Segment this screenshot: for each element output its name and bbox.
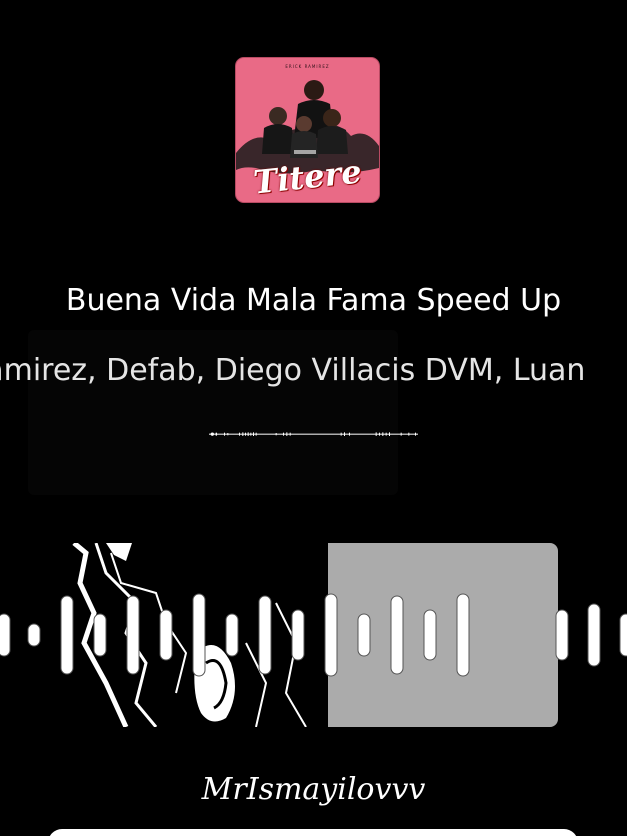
audio-visualizer-bars — [0, 593, 627, 677]
cover-artist-text: ERICK RAMIREZ — [285, 64, 330, 69]
waveform-progress-bar[interactable] — [0, 432, 627, 436]
progress-thumb[interactable] — [210, 432, 214, 436]
bottom-sheet-handle[interactable] — [48, 829, 578, 836]
album-cover[interactable]: ERICK RAMIREZ Titere — [235, 57, 380, 203]
creator-signature: MrIsmayilovvv — [201, 772, 426, 807]
music-player-screen: ERICK RAMIREZ Titere Buena Vida Mala Fam… — [0, 0, 627, 836]
track-title: Buena Vida Mala Fama Speed Up — [65, 283, 562, 318]
track-artists: Erick Ramirez, Defab, Diego Villacis DVM… — [0, 353, 586, 388]
